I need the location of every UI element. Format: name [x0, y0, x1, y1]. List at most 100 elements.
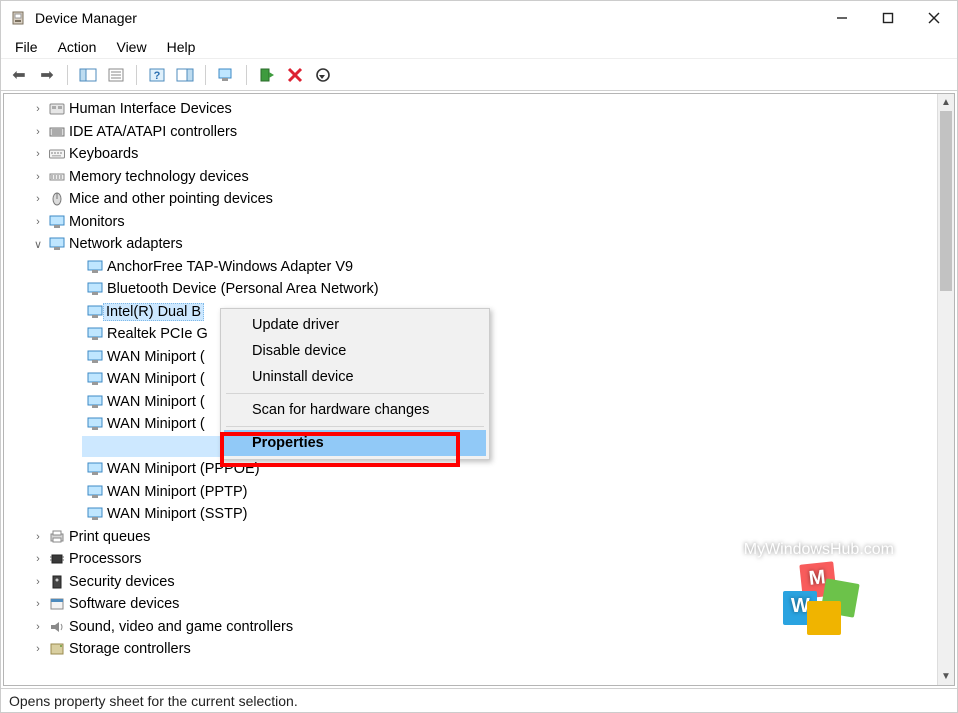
tree-device[interactable]: AnchorFree TAP-Windows Adapter V9 [10, 256, 937, 279]
tree-item-label: WAN Miniport (PPTP) [106, 484, 248, 500]
network-icon [84, 349, 106, 365]
network-icon [84, 461, 106, 477]
cpu-icon [46, 551, 68, 567]
tree-item-label: Keyboards [68, 146, 139, 162]
network-icon [46, 236, 68, 252]
expander-icon[interactable]: › [30, 598, 46, 610]
tree-item-label: Software devices [68, 596, 180, 612]
expander-icon[interactable]: › [30, 126, 46, 138]
help-button[interactable]: ? [145, 64, 169, 86]
network-icon [84, 484, 106, 500]
tree-item-label: AnchorFree TAP-Windows Adapter V9 [106, 259, 354, 275]
uninstall-device-button[interactable] [283, 64, 307, 86]
tree-category[interactable]: › Storage controllers [10, 638, 937, 661]
close-button[interactable] [911, 3, 957, 33]
title-bar: Device Manager [1, 1, 957, 35]
tree-item-label: Security devices [68, 574, 176, 590]
app-icon [9, 9, 27, 27]
context-menu: Update driverDisable deviceUninstall dev… [220, 308, 490, 460]
tree-category[interactable]: › Keyboards [10, 143, 937, 166]
tree-category[interactable]: › Security devices [10, 571, 937, 594]
tree-item-label: WAN Miniport ( [106, 371, 206, 387]
expander-icon[interactable]: ∨ [30, 238, 46, 251]
network-icon [84, 371, 106, 387]
tree-item-label: Print queues [68, 529, 151, 545]
expander-icon[interactable]: › [30, 553, 46, 565]
svg-text:?: ? [154, 70, 161, 82]
tree-item-label: WAN Miniport ( [106, 349, 206, 365]
tree-item-label: IDE ATA/ATAPI controllers [68, 124, 238, 140]
expander-icon[interactable]: › [30, 193, 46, 205]
memory-icon [46, 169, 68, 185]
tree-category[interactable]: ›Human Interface Devices [10, 98, 937, 121]
tree-device[interactable]: Bluetooth Device (Personal Area Network) [10, 278, 937, 301]
expander-icon[interactable]: › [30, 643, 46, 655]
disable-device-button[interactable] [311, 64, 335, 86]
context-menu-separator [226, 393, 484, 394]
context-menu-item[interactable]: Properties [224, 430, 486, 456]
tree-item-label: Storage controllers [68, 641, 192, 657]
expander-icon[interactable]: › [30, 148, 46, 160]
expander-icon[interactable]: › [30, 103, 46, 115]
keyboard-icon [46, 146, 68, 162]
maximize-button[interactable] [865, 3, 911, 33]
network-icon [84, 326, 106, 342]
ide-icon [46, 124, 68, 140]
tree-category[interactable]: › Processors [10, 548, 937, 571]
context-menu-item[interactable]: Update driver [224, 312, 486, 338]
tree-category[interactable]: › Software devices [10, 593, 937, 616]
context-menu-item[interactable]: Uninstall device [224, 364, 486, 390]
context-menu-item[interactable]: Scan for hardware changes [224, 397, 486, 423]
back-button[interactable]: ⬅ [7, 64, 31, 86]
update-driver-button[interactable] [255, 64, 279, 86]
action-pane-button[interactable] [173, 64, 197, 86]
scroll-down-button[interactable]: ▼ [938, 668, 954, 685]
tree-device[interactable]: WAN Miniport (PPTP) [10, 481, 937, 504]
expander-icon[interactable]: › [30, 531, 46, 543]
scroll-up-button[interactable]: ▲ [938, 94, 954, 111]
expander-icon[interactable]: › [30, 576, 46, 588]
tree-item-label: WAN Miniport ( [106, 394, 206, 410]
network-icon [84, 506, 106, 522]
expander-icon[interactable]: › [30, 621, 46, 633]
tree-item-label: Mice and other pointing devices [68, 191, 274, 207]
vertical-scrollbar[interactable]: ▲ ▼ [937, 94, 954, 685]
expander-icon[interactable]: › [30, 171, 46, 183]
tree-item-label: Processors [68, 551, 143, 567]
tree-item-label: WAN Miniport (PPPOE) [106, 461, 261, 477]
scroll-track[interactable] [938, 111, 954, 668]
tree-category[interactable]: › Print queues [10, 526, 937, 549]
scan-hardware-button[interactable] [214, 64, 238, 86]
menu-help[interactable]: Help [157, 35, 206, 58]
menu-action[interactable]: Action [48, 35, 107, 58]
printer-icon [46, 529, 68, 545]
status-text: Opens property sheet for the current sel… [9, 693, 298, 709]
menu-view[interactable]: View [106, 35, 156, 58]
network-icon [84, 281, 106, 297]
tree-item-label: Bluetooth Device (Personal Area Network) [106, 281, 380, 297]
tree-device[interactable]: WAN Miniport (PPPOE) [10, 458, 937, 481]
tree-device[interactable]: WAN Miniport (SSTP) [10, 503, 937, 526]
tree-category[interactable]: › Mice and other pointing devices [10, 188, 937, 211]
scroll-thumb[interactable] [940, 111, 952, 291]
tree-category[interactable]: ∨ Network adapters [10, 233, 937, 256]
tree-item-label: Realtek PCIe G [106, 326, 209, 342]
tree-category[interactable]: ›Monitors [10, 211, 937, 234]
tree-category[interactable]: › IDE ATA/ATAPI controllers [10, 121, 937, 144]
minimize-button[interactable] [819, 3, 865, 33]
context-menu-item[interactable]: Disable device [224, 338, 486, 364]
tree-item-label: Network adapters [68, 236, 184, 252]
network-icon [84, 394, 106, 410]
forward-button[interactable]: ➡ [35, 64, 59, 86]
tree-category[interactable]: ›Sound, video and game controllers [10, 616, 937, 639]
properties-toolbar-button[interactable] [104, 64, 128, 86]
hid-icon [46, 101, 68, 117]
show-hide-console-tree-button[interactable] [76, 64, 100, 86]
window-title: Device Manager [35, 10, 137, 26]
tree-item-label: Intel(R) Dual B [103, 303, 204, 321]
tree-category[interactable]: › Memory technology devices [10, 166, 937, 189]
tree-item-label: Memory technology devices [68, 169, 250, 185]
expander-icon[interactable]: › [30, 216, 46, 228]
security-icon [46, 574, 68, 590]
menu-file[interactable]: File [5, 35, 48, 58]
